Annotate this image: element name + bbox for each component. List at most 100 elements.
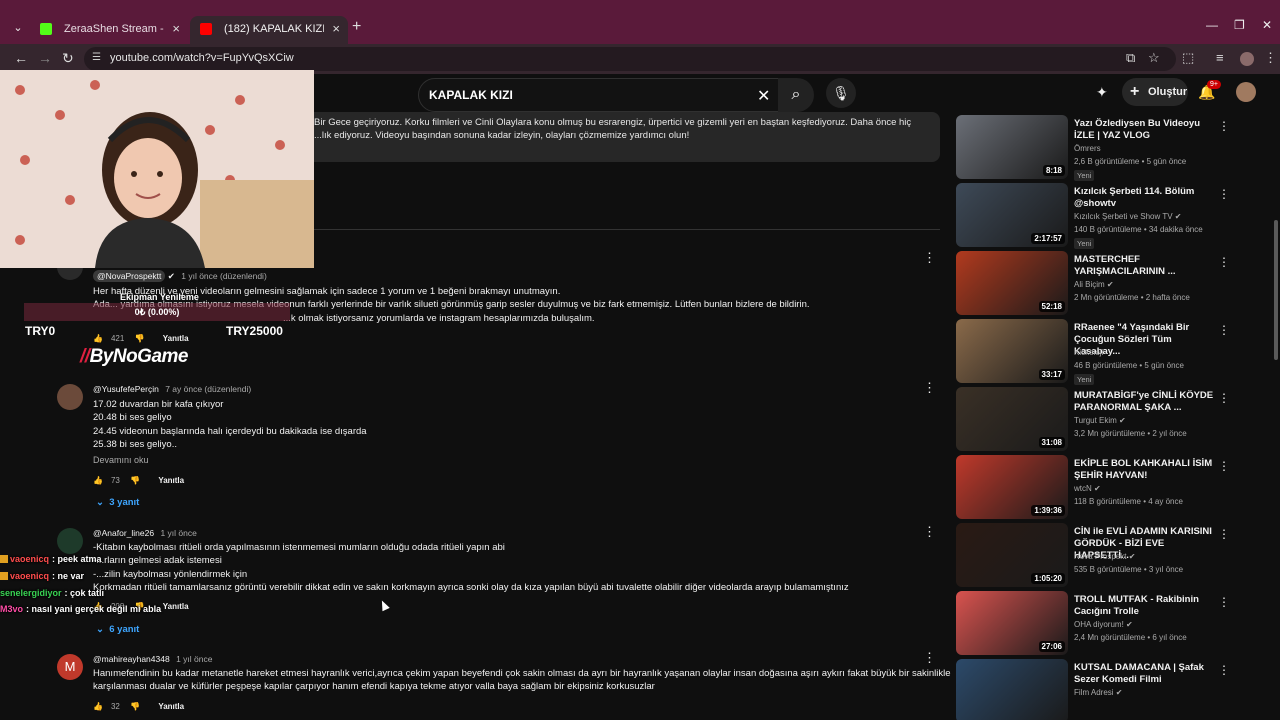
tab-youtube[interactable]: (182) KAPALAK KIZIYLA BİR GE × — [190, 16, 348, 44]
video-description[interactable]: Bir Gece geçiriyoruz. Korku filmleri ve … — [300, 112, 940, 162]
recommended-video[interactable]: 1:39:36 EKİPLE BOL KAHKAHALI İSİM ŞEHİR H… — [956, 455, 1226, 519]
page-scrollbar[interactable] — [1274, 220, 1278, 360]
upload-icon[interactable]: ✦ — [1096, 84, 1108, 101]
video-thumbnail[interactable] — [956, 659, 1068, 720]
comment-menu-icon[interactable]: ⋮ — [923, 380, 936, 396]
recommended-video[interactable]: 31:08 MURATABİGF'ye CİNLİ KÖYDE PARANORMA… — [956, 387, 1226, 451]
video-title[interactable]: Kızılcık Şerbeti 114. Bölüm @showtv — [1074, 186, 1214, 210]
avatar[interactable] — [57, 528, 83, 554]
tab-kick-dashboard[interactable]: ZeraaShen Stream - Kick Dashb × — [30, 16, 188, 44]
video-title[interactable]: KUTSAL DAMACANA | Şafak Sezer Komedi Fil… — [1074, 662, 1214, 686]
comment-author[interactable]: @mahireayhan4348 — [93, 654, 170, 664]
video-title[interactable]: MASTERCHEF YARIŞMACILARININ ... — [1074, 254, 1214, 278]
like-icon[interactable]: 👍 — [93, 476, 103, 485]
reply-button[interactable]: Yanıtla — [158, 702, 184, 711]
comment-menu-icon[interactable]: ⋮ — [923, 650, 936, 666]
url-text[interactable]: youtube.com/watch?v=FupYvQsXCiw — [110, 52, 294, 64]
video-title[interactable]: EKİPLE BOL KAHKAHALI İSİM ŞEHİR HAYVAN! — [1074, 458, 1214, 482]
video-thumbnail[interactable]: 1:05:20 — [956, 523, 1068, 587]
video-menu-icon[interactable]: ⋮ — [1218, 119, 1226, 133]
channel-name[interactable]: Turgut Ekim ✔ — [1074, 416, 1126, 425]
bookmark-star-icon[interactable]: ☆ — [1148, 50, 1160, 66]
video-menu-icon[interactable]: ⋮ — [1218, 663, 1226, 677]
video-thumbnail[interactable]: 8:18 — [956, 115, 1068, 179]
reply-button[interactable]: Yanıtla — [163, 334, 189, 343]
forward-icon[interactable]: → — [38, 50, 52, 66]
reload-icon[interactable]: ↻ — [62, 50, 74, 67]
recommended-video[interactable]: 33:17 RRaenee "4 Yaşındaki Bir Çocuğun Sö… — [956, 319, 1226, 385]
channel-name[interactable]: Kızılcık Şerbeti ve Show TV ✔ — [1074, 212, 1182, 221]
video-thumbnail[interactable]: 1:39:36 — [956, 455, 1068, 519]
site-info-icon[interactable]: ☰ — [92, 52, 101, 63]
extensions-icon[interactable]: ⬚ — [1182, 50, 1194, 66]
video-menu-icon[interactable]: ⋮ — [1218, 459, 1226, 473]
dislike-icon[interactable]: 👎 — [130, 702, 140, 711]
recommended-video[interactable]: 8:18 Yazı Özlediysen Bu Videoyu İZLE | YA… — [956, 115, 1226, 181]
video-thumbnail[interactable]: 33:17 — [956, 319, 1068, 383]
channel-label: Film Adresi — [1074, 688, 1114, 697]
reply-button[interactable]: Yanıtla — [163, 602, 189, 611]
view-replies-button[interactable]: ⌄ 6 yanıt — [96, 624, 139, 635]
comment-menu-icon[interactable]: ⋮ — [923, 524, 936, 540]
back-icon[interactable]: ← — [14, 50, 28, 66]
video-thumbnail[interactable]: 52:18 — [956, 251, 1068, 315]
close-tab-icon[interactable]: × — [172, 16, 180, 42]
browser-menu-icon[interactable]: ⋮ — [1264, 50, 1277, 66]
recommended-video[interactable]: 2:17:57 Kızılcık Şerbeti 114. Bölüm @show… — [956, 183, 1226, 249]
user-avatar[interactable] — [1236, 82, 1256, 102]
read-more-link[interactable]: Devamını oku — [93, 455, 149, 465]
video-thumbnail[interactable]: 31:08 — [956, 387, 1068, 451]
voice-search-button[interactable]: 🎙 — [826, 78, 856, 108]
channel-name[interactable]: Ali Biçim ✔ — [1074, 280, 1114, 289]
channel-name[interactable]: Nova Prospekt ✔ — [1074, 552, 1135, 561]
video-menu-icon[interactable]: ⋮ — [1218, 187, 1226, 201]
video-title[interactable]: MURATABİGF'ye CİNLİ KÖYDE PARANORMAL ŞAK… — [1074, 390, 1214, 414]
profile-avatar-icon[interactable] — [1240, 52, 1254, 66]
channel-name[interactable]: Kickoloji — [1074, 348, 1103, 357]
recommended-video[interactable]: 1:05:20 CİN ile EVLİ ADAMIN KARISINI GÖRD… — [956, 523, 1226, 587]
video-title[interactable]: Yazı Özlediysen Bu Videoyu İZLE | YAZ VL… — [1074, 118, 1214, 142]
video-menu-icon[interactable]: ⋮ — [1218, 323, 1226, 337]
close-tab-icon[interactable]: × — [332, 16, 340, 42]
comment-author[interactable]: @NovaProspektt — [93, 270, 166, 282]
dislike-icon[interactable]: 👎 — [130, 476, 140, 485]
close-window-icon[interactable]: ✕ — [1262, 18, 1272, 32]
like-icon[interactable]: 👍 — [93, 334, 103, 343]
search-input[interactable] — [429, 88, 729, 102]
avatar[interactable]: M — [57, 654, 83, 680]
channel-name[interactable]: wtcN ✔ — [1074, 484, 1101, 493]
reading-list-icon[interactable]: ≡ — [1216, 50, 1224, 65]
video-menu-icon[interactable]: ⋮ — [1218, 527, 1226, 541]
minimize-icon[interactable]: — — [1206, 18, 1218, 32]
clear-search-icon[interactable]: ✕ — [757, 86, 770, 106]
video-thumbnail[interactable]: 27:06 — [956, 591, 1068, 655]
recommended-video[interactable]: KUTSAL DAMACANA | Şafak Sezer Komedi Fil… — [956, 659, 1226, 720]
recommended-video[interactable]: 52:18 MASTERCHEF YARIŞMACILARININ ... Ali … — [956, 251, 1226, 315]
new-tab-icon[interactable]: + — [352, 18, 361, 36]
create-button[interactable]: + Oluştur — [1122, 78, 1188, 106]
reply-button[interactable]: Yanıtla — [158, 476, 184, 485]
verified-icon: ✔ — [1126, 552, 1136, 561]
channel-name[interactable]: Ömrers — [1074, 144, 1101, 153]
comment-menu-icon[interactable]: ⋮ — [923, 250, 936, 266]
video-menu-icon[interactable]: ⋮ — [1218, 255, 1226, 269]
dislike-icon[interactable]: 👎 — [135, 334, 145, 343]
search-button[interactable]: ⌕ — [778, 78, 814, 112]
tab-list-icon[interactable]: ⌄ — [8, 18, 28, 38]
install-app-icon[interactable]: ⧉ — [1126, 50, 1135, 66]
video-menu-icon[interactable]: ⋮ — [1218, 391, 1226, 405]
video-title[interactable]: TROLL MUTFAK - Rakibinin Cacığını Trolle — [1074, 594, 1214, 618]
channel-name[interactable]: Film Adresi ✔ — [1074, 688, 1123, 697]
view-replies-button[interactable]: ⌄ 3 yanıt — [96, 497, 139, 508]
comment-author[interactable]: @YusufefePerçin — [93, 384, 159, 394]
comment-author[interactable]: @Anafor_line26 — [93, 528, 154, 538]
url-field[interactable]: ☰ youtube.com/watch?v=FupYvQsXCiw — [84, 47, 1176, 71]
video-menu-icon[interactable]: ⋮ — [1218, 595, 1226, 609]
maximize-icon[interactable]: ❐ — [1234, 18, 1245, 32]
like-icon[interactable]: 👍 — [93, 702, 103, 711]
recommended-video[interactable]: 27:06 TROLL MUTFAK - Rakibinin Cacığını T… — [956, 591, 1226, 655]
kick-favicon-icon — [40, 23, 52, 35]
channel-name[interactable]: OHA diyorum! ✔ — [1074, 620, 1133, 629]
avatar[interactable] — [57, 384, 83, 410]
video-thumbnail[interactable]: 2:17:57 — [956, 183, 1068, 247]
